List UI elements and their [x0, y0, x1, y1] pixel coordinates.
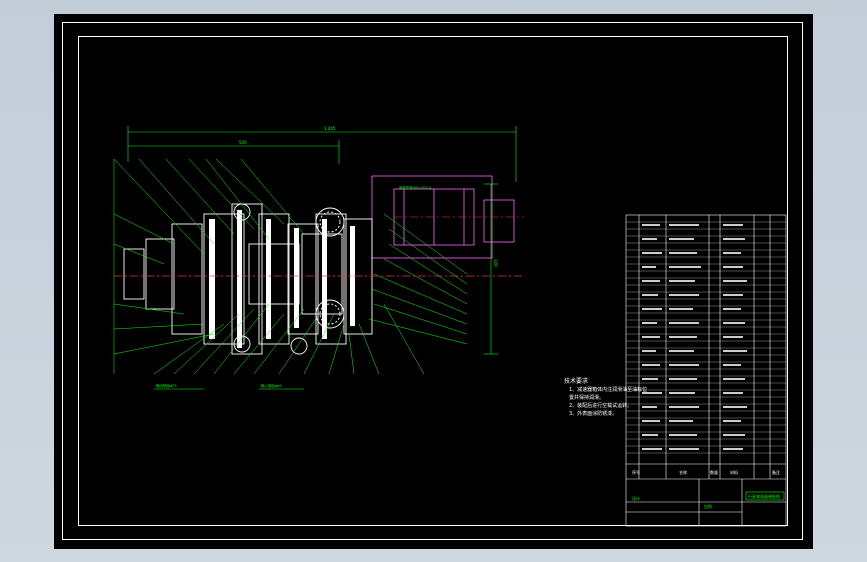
drawing-name: 行星减速器装配图	[748, 493, 780, 499]
input-shaft-callout: 输入轴径φ40	[261, 383, 282, 388]
drawing-sheet[interactable]: 1,445 500 320 电机型号YB2-90S-4 输出轴径φ75 输入轴径…	[54, 14, 813, 549]
technical-requirement-line: 3、外表面涂防锈漆。	[569, 411, 618, 417]
sub-dimension-text: 500	[239, 140, 247, 145]
technical-requirement-line: 2、装配后进行空载试运转。	[569, 403, 633, 409]
cad-viewport[interactable]: 1,445 500 320 电机型号YB2-90S-4 输出轴径φ75 输入轴径…	[0, 0, 867, 562]
title-block-green-label: 设计	[632, 495, 640, 501]
svg-text:序号: 序号	[632, 469, 640, 475]
overall-dimension-text: 1,445	[324, 126, 336, 131]
height-dimension-text: 320	[493, 259, 498, 267]
title-block-header: 序号 名称 数量 材料 备注	[632, 469, 780, 475]
technical-requirement-line: 1、减速器箱体内注润滑油至油标位	[569, 387, 648, 393]
svg-text:材料: 材料	[730, 469, 738, 475]
svg-text:备注: 备注	[772, 469, 780, 475]
leader-lines	[113, 158, 468, 390]
svg-text:数量: 数量	[710, 469, 718, 475]
svg-text:名称: 名称	[679, 469, 687, 475]
motor-callout-text: 电机型号YB2-90S-4	[399, 185, 432, 190]
title-block-cell-text	[642, 224, 747, 450]
title-block-scale-label: 比例	[704, 503, 712, 509]
assembly-drawing: 1,445 500 320 电机型号YB2-90S-4 输出轴径φ75 输入轴径…	[113, 126, 787, 527]
technical-requirements-title: 技术要求	[564, 378, 589, 385]
gearbox-parts	[123, 203, 373, 355]
output-shaft-callout: 输出轴径φ75	[156, 383, 177, 388]
title-block	[625, 214, 787, 527]
technical-requirement-line: 置并保持润滑。	[569, 395, 605, 401]
